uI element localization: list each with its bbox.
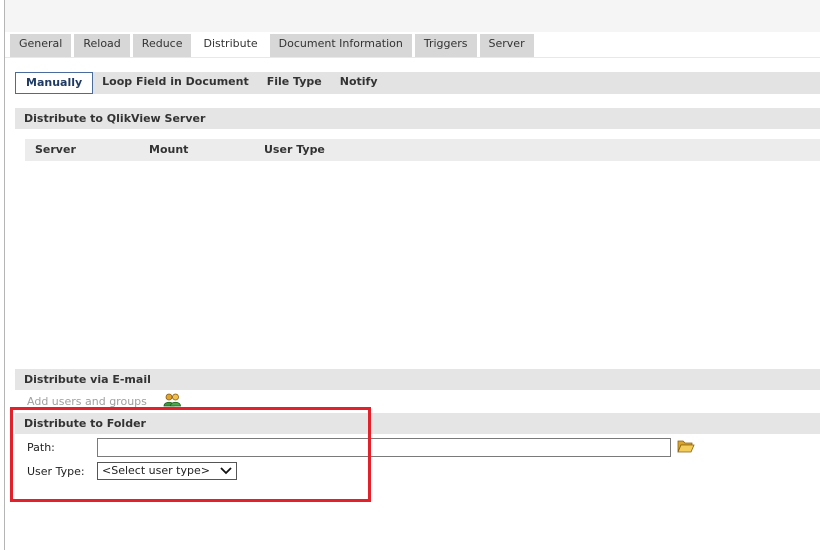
column-header-server: Server	[35, 143, 76, 156]
tab-reload[interactable]: Reload	[74, 34, 130, 57]
tab-general[interactable]: General	[10, 34, 72, 57]
window-left-border	[4, 0, 5, 550]
column-header-mount: Mount	[149, 143, 189, 156]
column-header-user-type: User Type	[264, 143, 325, 156]
tab-triggers[interactable]: Triggers	[414, 34, 477, 57]
tab-server[interactable]: Server	[479, 34, 534, 57]
subtab-manually[interactable]: Manually	[15, 72, 94, 94]
section-header-qlikview-server: Distribute to QlikView Server	[15, 108, 820, 129]
top-strip	[5, 0, 820, 32]
add-users-label: Add users and groups	[27, 394, 147, 408]
tab-distribute[interactable]: Distribute	[194, 34, 267, 57]
tab-divider	[5, 57, 820, 58]
users-group-icon[interactable]	[163, 393, 181, 407]
tab-reduce[interactable]: Reduce	[132, 34, 192, 57]
subtab-loop-field-in-document[interactable]: Loop Field in Document	[93, 72, 258, 94]
sub-tab-bar: Manually Loop Field in Document File Typ…	[15, 72, 820, 94]
subtab-file-type[interactable]: File Type	[258, 72, 331, 94]
add-users-and-groups-link[interactable]: Add users and groups	[27, 393, 181, 408]
main-tab-bar: General Reload Reduce Distribute Documen…	[10, 34, 534, 57]
section-header-email: Distribute via E-mail	[15, 369, 820, 390]
tab-document-information[interactable]: Document Information	[269, 34, 412, 57]
subtab-notify[interactable]: Notify	[331, 72, 387, 94]
folder-open-icon[interactable]	[677, 439, 695, 454]
server-table-header: Server Mount User Type	[25, 139, 820, 161]
highlight-annotation-box	[10, 407, 371, 502]
